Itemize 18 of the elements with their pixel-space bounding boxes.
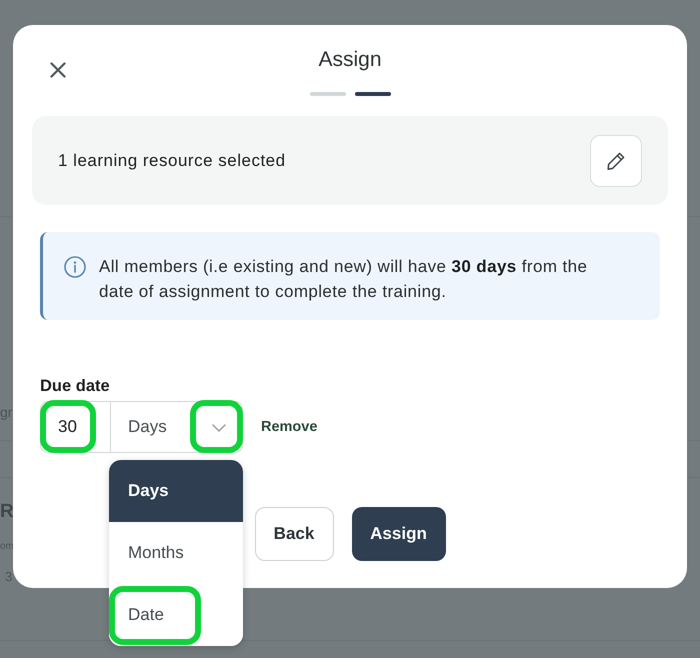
dialog-title: Assign — [318, 47, 382, 73]
info-message: All members (i.e existing and new) will have 30 days from the date of assignment to complete the training. — [99, 256, 588, 303]
back-button[interactable]: Back — [254, 507, 334, 561]
number-field[interactable]: 30 — [40, 401, 110, 453]
close-icon — [50, 62, 66, 78]
close-button[interactable] — [50, 62, 66, 78]
edit-button[interactable] — [590, 134, 642, 186]
assign-button[interactable]: Assign — [352, 507, 446, 561]
due-date-label: Due date — [40, 376, 110, 396]
pencil-icon — [606, 150, 626, 170]
menu-option[interactable]: Date — [109, 584, 243, 646]
selection-summary: 1 learning resource selected — [58, 150, 286, 170]
info-icon — [64, 256, 86, 278]
menu-option[interactable]: Days — [109, 460, 243, 522]
unit-select[interactable]: Days — [110, 401, 243, 453]
menu-option[interactable]: Months — [109, 522, 243, 584]
chevron-down-icon — [212, 424, 226, 432]
remove-link[interactable]: Remove — [261, 419, 318, 435]
